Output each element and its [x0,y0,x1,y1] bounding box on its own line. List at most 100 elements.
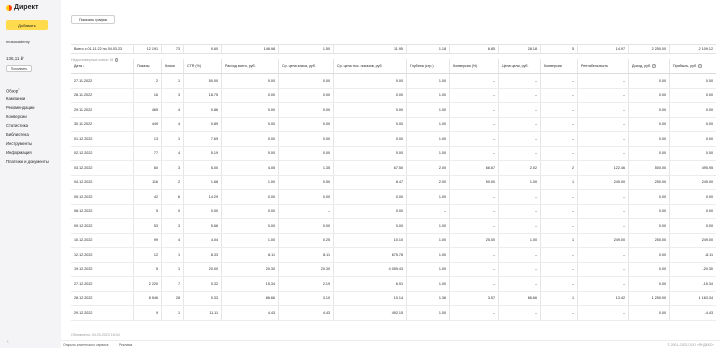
table-header: Дата ↓ Показы Клики CTR (%) Расход всего, ру… [71,59,716,74]
table-cell-text: 5.00 [210,165,218,170]
table-cell-text: 0.00 [658,136,666,141]
sidebar-item-conversions[interactable]: Конверсии [6,112,58,121]
table-cell: – [577,277,628,291]
table-cell: 249.00 [577,233,628,247]
table-cell-text: 77 [153,151,158,156]
column-header[interactable]: Конверсии [540,59,577,73]
table-cell: 0.00 [333,117,406,131]
table-cell-text: -4.43 [704,310,713,315]
table-row: 28.11.2022 16 3 18.75 0.00 0.00 0.00 1.00 – – – – 0.… [71,88,716,103]
table-cell-text: 0.00 [395,223,403,228]
table-cell: – [498,132,540,146]
column-header[interactable]: Конверсия (%) [449,59,498,73]
table-cell-text: 1.36 [438,296,446,301]
table-cell-text: – [492,136,495,141]
column-header[interactable]: Расход всего, руб. [221,59,278,73]
table-cell: – [498,248,540,262]
table-cell-text: 495.95 [701,165,713,170]
table-cell-text: 1.35 [322,165,330,170]
table-cell: 0.00 [669,204,716,218]
table-cell-text: 4 [177,107,180,112]
column-header-text: Показы [137,64,150,68]
account-name[interactable]: mosacademy [6,39,30,44]
table-cell: 5.00 [183,161,221,175]
table-cell-text: 0.00 [322,93,330,98]
table-cell: 0.00 [628,262,669,276]
table-cell-text: 0.50 [322,180,330,185]
column-header-text: Глубина (стр.) [410,64,434,68]
table-cell: 53 [133,219,161,233]
table-cell: 3 [161,161,183,175]
table-cell: – [577,262,628,276]
table-cell: 10.14 [333,291,406,305]
sidebar-item-information[interactable]: Информация [6,148,58,157]
table-cell: 1 [540,175,577,189]
add-button[interactable]: Добавить [6,20,48,30]
table-cell: 0.00 [628,132,669,146]
column-header[interactable]: Ср. цена клика, руб. [278,59,333,73]
column-header[interactable]: Дата ↓ [71,59,133,73]
table-cell-text: 19.12.2022 [74,267,93,272]
table-cell-text: 66.67 [485,165,495,170]
column-header[interactable]: Цена цели, руб. [498,59,540,73]
table-cell: 1.36 [406,291,449,305]
footer-link-advertising[interactable]: Реклама [119,343,132,347]
table-cell-text: 10.10 [393,238,403,243]
table-cell: – [498,204,540,218]
column-header[interactable]: Доход, руб.? [628,59,669,73]
column-header[interactable]: Ср. цена тыс. показов, руб. [333,59,406,73]
info-icon[interactable]: ? [698,64,702,68]
table-row: 09.12.2022 53 3 5.66 0.00 0.00 0.00 1.00 – – – – 0.0… [71,219,716,234]
table-cell-text: 12.12.2022 [74,252,93,257]
table-cell-text: 1.00 [267,180,275,185]
table-cell-text: 1 [177,267,180,272]
footer-link-support[interactable]: Открыть клиентского сервиса [63,343,108,347]
sidebar-item-tools[interactable]: Инструменты [6,139,58,148]
sidebar-item-campaigns[interactable]: Кампании [6,94,58,103]
table-cell: 0.00 [333,190,406,204]
table-cell: 1.00 [406,219,449,233]
column-header[interactable]: Глубина (стр.) [406,59,449,73]
collapse-sidebar-icon[interactable]: ‹ [7,339,9,345]
table-cell-text: – [622,223,625,228]
table-cell-text: 0.00 [658,223,666,228]
table-cell: 66.67 [449,161,498,175]
table-cell-text: 11.11 [209,310,218,315]
table-cell: 03.12.2022 [71,161,133,175]
table-cell: 4.43 [221,306,278,320]
table-cell: 1 [161,262,183,276]
table-cell: – [449,146,498,160]
sidebar-item-statistics[interactable]: Статистика [6,121,58,130]
table-cell: – [577,190,628,204]
column-header[interactable]: Прибыль, руб.? [669,59,716,73]
totals-cell-text: 11.95 [394,47,403,51]
info-icon[interactable]: ? [652,64,656,68]
column-header[interactable]: Рентабельность [577,59,628,73]
table-cell-text: 0.00 [705,223,713,228]
sidebar-item-payments[interactable]: Платежи и документы [6,157,58,164]
table-cell-text: 5.66 [210,223,218,228]
table-cell: 18.75 [183,88,221,102]
table-cell: 08.12.2022 [71,205,133,219]
table-cell-text: 04.12.2022 [74,180,93,185]
column-header[interactable]: Показы [133,59,161,73]
table-cell: – [498,277,540,291]
sidebar-item-library[interactable]: Библиотека [6,130,58,139]
table-cell-text: 1.00 [438,281,446,286]
table-cell: 449 [133,117,161,131]
table-cell-text: – [534,78,537,83]
totals-cell-text: 1.50 [322,47,330,51]
table-cell-text: – [534,223,537,228]
table-cell-text: 14.29 [208,194,218,199]
topup-button[interactable]: Пополнить [6,65,32,72]
sidebar-item-overview[interactable]: Обзорβ [6,85,58,94]
direct-logo[interactable]: Директ [6,3,38,12]
sidebar-item-recommendations[interactable]: Рекомендации [6,103,58,112]
totals-cell: 6.85 [449,45,498,53]
column-header[interactable]: Клики [161,59,183,73]
column-header[interactable]: CTR (%) [183,59,221,73]
totals-cell-text: 2 250.00 [651,47,666,51]
table-cell: 4.43 [278,306,333,320]
show-chart-button[interactable]: Показать график [71,15,115,24]
table-cell-text: 0.86 [210,107,218,112]
